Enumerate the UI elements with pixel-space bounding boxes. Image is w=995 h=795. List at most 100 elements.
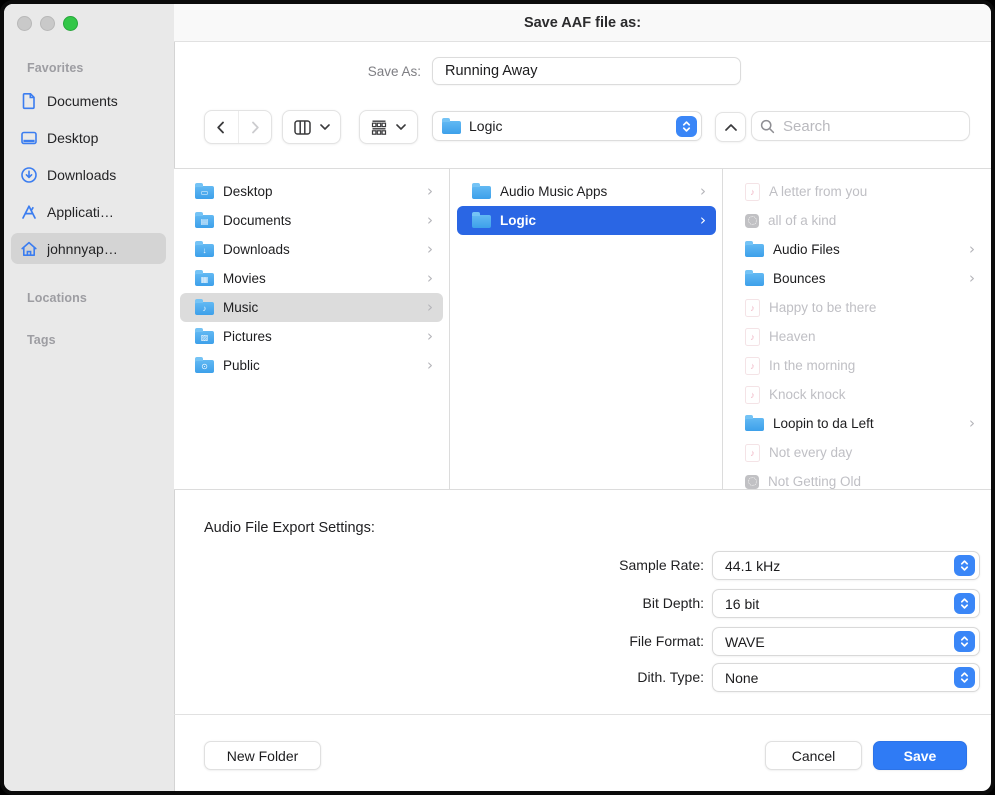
dialog-title: Save AAF file as:	[524, 15, 641, 31]
sidebar-item-applications[interactable]: Applicati…	[11, 196, 166, 227]
sidebar-item-documents[interactable]: Documents	[11, 85, 166, 116]
folder-icon	[442, 121, 461, 134]
search-field[interactable]	[751, 111, 970, 141]
browser-row-file: ♪Happy to be there	[730, 293, 985, 322]
chevron-right-icon	[427, 271, 437, 286]
chevron-right-icon	[700, 184, 710, 199]
sample-rate-popup[interactable]: 44.1 kHz	[712, 551, 980, 580]
browser-row-file: ♪A letter from you	[730, 177, 985, 206]
folder-icon	[745, 273, 764, 286]
browser-row-loopin-to-da-left[interactable]: Loopin to da Left	[730, 409, 985, 438]
audio-file-icon: ♪	[745, 328, 760, 346]
browser-row-audio-files[interactable]: Audio Files	[730, 235, 985, 264]
folder-downloads-icon: ↓	[195, 244, 214, 257]
location-popup-value: Logic	[469, 118, 668, 134]
chevron-right-icon	[969, 271, 979, 286]
chevron-right-icon	[427, 358, 437, 373]
audio-file-icon: ♪	[745, 299, 760, 317]
column-view-icon	[294, 120, 311, 135]
location-popup[interactable]: Logic	[432, 111, 702, 141]
browser-row-file: all of a kind	[730, 206, 985, 235]
folder-public-icon: ⊙	[195, 360, 214, 373]
browser-column-3: ♪A letter from you all of a kind Audio F…	[724, 169, 991, 489]
chevron-down-icon	[320, 124, 330, 130]
browser-row-movies[interactable]: ▦Movies	[180, 264, 443, 293]
chevron-right-icon	[427, 213, 437, 228]
sidebar-section-tags: Tags	[27, 333, 56, 347]
folder-pictures-icon: ▨	[195, 331, 214, 344]
sidebar-item-label: Documents	[47, 93, 118, 109]
browser-row-bounces[interactable]: Bounces	[730, 264, 985, 293]
dither-type-popup[interactable]: None	[712, 663, 980, 692]
zoom-window-button[interactable]	[63, 16, 78, 31]
dither-type-label: Dith. Type:	[524, 663, 704, 692]
chevron-left-icon	[214, 120, 228, 135]
sidebar: Favorites Documents Desktop Downloads Ap…	[4, 4, 175, 791]
file-format-label: File Format:	[524, 627, 704, 656]
file-format-popup[interactable]: WAVE	[712, 627, 980, 656]
bit-depth-popup[interactable]: 16 bit	[712, 589, 980, 618]
search-icon	[760, 119, 775, 134]
project-file-icon	[745, 475, 759, 489]
desktop-icon	[20, 129, 38, 147]
folder-movies-icon: ▦	[195, 273, 214, 286]
popup-stepper-icon	[954, 631, 975, 652]
folder-music-icon: ♪	[195, 302, 214, 315]
folder-documents-icon: ▤	[195, 215, 214, 228]
minimize-window-button[interactable]	[40, 16, 55, 31]
browser-row-logic-selected[interactable]: Logic	[457, 206, 716, 235]
close-window-button[interactable]	[17, 16, 32, 31]
back-button[interactable]	[205, 111, 238, 143]
audio-file-icon: ♪	[745, 183, 760, 201]
chevron-right-icon	[969, 416, 979, 431]
save-as-label: Save As:	[294, 64, 421, 79]
popup-stepper-icon	[954, 555, 975, 576]
browser-column-1: ▭Desktop ▤Documents ↓Downloads ▦Movies ♪…	[174, 169, 450, 489]
bit-depth-label: Bit Depth:	[524, 589, 704, 618]
popup-stepper-icon	[954, 593, 975, 614]
window-controls	[17, 16, 78, 31]
folder-desktop-icon: ▭	[195, 186, 214, 199]
browser-row-documents[interactable]: ▤Documents	[180, 206, 443, 235]
sidebar-item-downloads[interactable]: Downloads	[11, 159, 166, 190]
browser-row-downloads[interactable]: ↓Downloads	[180, 235, 443, 264]
popup-stepper-icon	[676, 116, 697, 137]
project-file-icon	[745, 214, 759, 228]
audio-file-icon: ♪	[745, 357, 760, 375]
save-dialog-window: Favorites Documents Desktop Downloads Ap…	[0, 0, 995, 795]
chevron-right-icon	[969, 242, 979, 257]
search-input[interactable]	[781, 117, 961, 136]
sidebar-item-desktop[interactable]: Desktop	[11, 122, 166, 153]
view-mode-button[interactable]	[282, 110, 341, 144]
save-button[interactable]: Save	[873, 741, 967, 770]
chevron-down-icon	[396, 124, 406, 130]
browser-row-pictures[interactable]: ▨Pictures	[180, 322, 443, 351]
group-by-button[interactable]	[359, 110, 418, 144]
cancel-button[interactable]: Cancel	[765, 741, 862, 770]
chevron-right-icon	[427, 300, 437, 315]
export-settings-title: Audio File Export Settings:	[204, 520, 375, 536]
browser-row-file: Not Getting Old	[730, 467, 985, 489]
footer-divider	[174, 714, 991, 715]
audio-file-icon: ♪	[745, 444, 760, 462]
save-as-input[interactable]	[432, 57, 741, 85]
browser-row-public[interactable]: ⊙Public	[180, 351, 443, 380]
sidebar-section-locations: Locations	[27, 291, 87, 305]
browser-row-music-selected[interactable]: ♪Music	[180, 293, 443, 322]
folder-icon	[472, 215, 491, 228]
group-icon	[371, 120, 387, 135]
browser-row-audio-music-apps[interactable]: Audio Music Apps	[457, 177, 716, 206]
sidebar-item-label: Applicati…	[47, 204, 114, 220]
new-folder-button[interactable]: New Folder	[204, 741, 321, 770]
document-icon	[20, 92, 38, 110]
forward-button[interactable]	[238, 111, 272, 143]
collapse-button[interactable]	[715, 112, 746, 142]
folder-icon	[472, 186, 491, 199]
sidebar-item-home[interactable]: johnnyap…	[11, 233, 166, 264]
folder-icon	[745, 244, 764, 257]
browser-row-desktop[interactable]: ▭Desktop	[180, 177, 443, 206]
chevron-right-icon	[427, 242, 437, 257]
chevron-up-icon	[725, 124, 737, 131]
chevron-right-icon	[427, 329, 437, 344]
folder-icon	[745, 418, 764, 431]
